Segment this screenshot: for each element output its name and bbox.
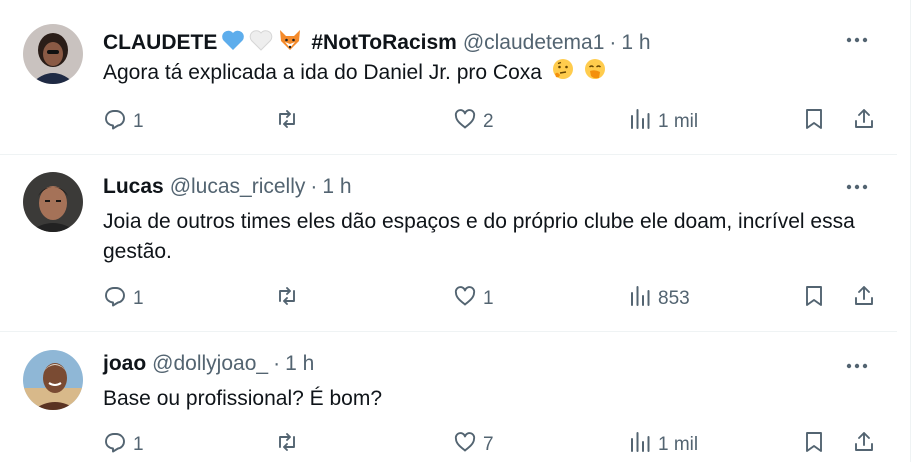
user-handle[interactable]: @lucas_ricelly	[170, 175, 306, 199]
tweet-actions: 1 1 853	[103, 284, 878, 314]
share-button[interactable]	[852, 284, 876, 314]
share-icon	[852, 430, 876, 460]
retweet-icon	[275, 430, 299, 460]
bookmark-button[interactable]	[802, 430, 826, 460]
views-button[interactable]: 1 mil	[628, 107, 698, 137]
blue-heart-icon	[221, 29, 245, 57]
display-name[interactable]: CLAUDETE	[103, 31, 217, 55]
avatar[interactable]	[23, 350, 83, 410]
share-button[interactable]	[852, 107, 876, 137]
share-icon	[852, 107, 876, 137]
display-name[interactable]: joao	[103, 352, 146, 376]
retweet-icon	[275, 107, 299, 137]
retweet-button[interactable]	[275, 430, 305, 460]
tweet-header: Lucas @lucas_ricelly · 1 h	[103, 175, 352, 199]
views-icon	[628, 430, 652, 460]
views-button[interactable]: 853	[628, 284, 690, 314]
views-count: 1 mil	[658, 111, 699, 132]
like-count: 2	[483, 111, 494, 132]
reply-button[interactable]: 1	[103, 284, 144, 314]
tweet-header: joao @dollyjoao_ · 1 h	[103, 352, 314, 376]
timestamp[interactable]: 1 h	[322, 175, 351, 199]
more-options-icon[interactable]	[843, 356, 871, 376]
tweet-text: Base ou profissional? É bom?	[103, 387, 382, 410]
tweet-actions: 1 7 1 mil	[103, 430, 878, 460]
tweet-card[interactable]: Lucas @lucas_ricelly · 1 h Joia de outro…	[0, 155, 897, 332]
reply-button[interactable]: 1	[103, 430, 144, 460]
bookmark-button[interactable]	[802, 107, 826, 137]
tweet-header: CLAUDETE #NotToRacism @claudetema1 · 1 h	[103, 28, 651, 58]
heart-icon	[453, 284, 477, 314]
reply-icon	[103, 107, 127, 137]
views-icon	[628, 107, 652, 137]
reply-icon	[103, 284, 127, 314]
views-icon	[628, 284, 652, 314]
tweet-text: Agora tá explicada a ida do Daniel Jr. p…	[103, 58, 883, 89]
like-count: 1	[483, 288, 494, 309]
more-options-icon[interactable]	[843, 30, 871, 50]
hand-over-mouth-icon	[584, 58, 606, 89]
views-count: 1 mil	[658, 434, 699, 455]
retweet-button[interactable]	[275, 284, 305, 314]
tweet-text-content: Agora tá explicada a ida do Daniel Jr. p…	[103, 61, 542, 85]
more-options-icon[interactable]	[843, 177, 871, 197]
share-icon	[852, 284, 876, 314]
display-name[interactable]: Lucas	[103, 175, 164, 199]
reply-feed: CLAUDETE #NotToRacism @claudetema1 · 1 h…	[0, 0, 911, 462]
retweet-button[interactable]	[275, 107, 305, 137]
tweet-card[interactable]: CLAUDETE #NotToRacism @claudetema1 · 1 h…	[0, 0, 897, 155]
heart-icon	[453, 430, 477, 460]
heart-icon	[453, 107, 477, 137]
timestamp[interactable]: 1 h	[285, 352, 314, 376]
share-button[interactable]	[852, 430, 876, 460]
reply-icon	[103, 430, 127, 460]
user-handle[interactable]: @dollyjoao_	[152, 352, 268, 376]
like-count: 7	[483, 434, 494, 455]
hashtag[interactable]: #NotToRacism	[311, 31, 456, 55]
like-button[interactable]: 1	[453, 284, 494, 314]
tweet-actions: 1 2 1 mil	[103, 107, 878, 137]
separator-dot: ·	[310, 175, 318, 198]
like-button[interactable]: 7	[453, 430, 494, 460]
retweet-icon	[275, 284, 299, 314]
reply-button[interactable]: 1	[103, 107, 144, 137]
reply-count: 1	[133, 288, 144, 309]
bookmark-button[interactable]	[802, 284, 826, 314]
bookmark-icon	[802, 430, 826, 460]
fox-icon	[277, 28, 303, 58]
avatar[interactable]	[23, 172, 83, 232]
separator-dot: ·	[609, 31, 617, 54]
tweet-text: Joia de outros times eles dão espaços e …	[103, 210, 855, 263]
views-count: 853	[658, 288, 690, 309]
user-handle[interactable]: @claudetema1	[463, 31, 605, 55]
bookmark-icon	[802, 284, 826, 314]
thinking-face-icon	[552, 58, 574, 89]
views-button[interactable]: 1 mil	[628, 430, 698, 460]
timestamp[interactable]: 1 h	[621, 31, 650, 55]
reply-count: 1	[133, 434, 144, 455]
reply-count: 1	[133, 111, 144, 132]
bookmark-icon	[802, 107, 826, 137]
white-heart-icon	[249, 29, 273, 57]
like-button[interactable]: 2	[453, 107, 494, 137]
separator-dot: ·	[273, 352, 281, 375]
avatar[interactable]	[23, 24, 83, 84]
tweet-card[interactable]: joao @dollyjoao_ · 1 h Base ou profissio…	[0, 332, 897, 462]
